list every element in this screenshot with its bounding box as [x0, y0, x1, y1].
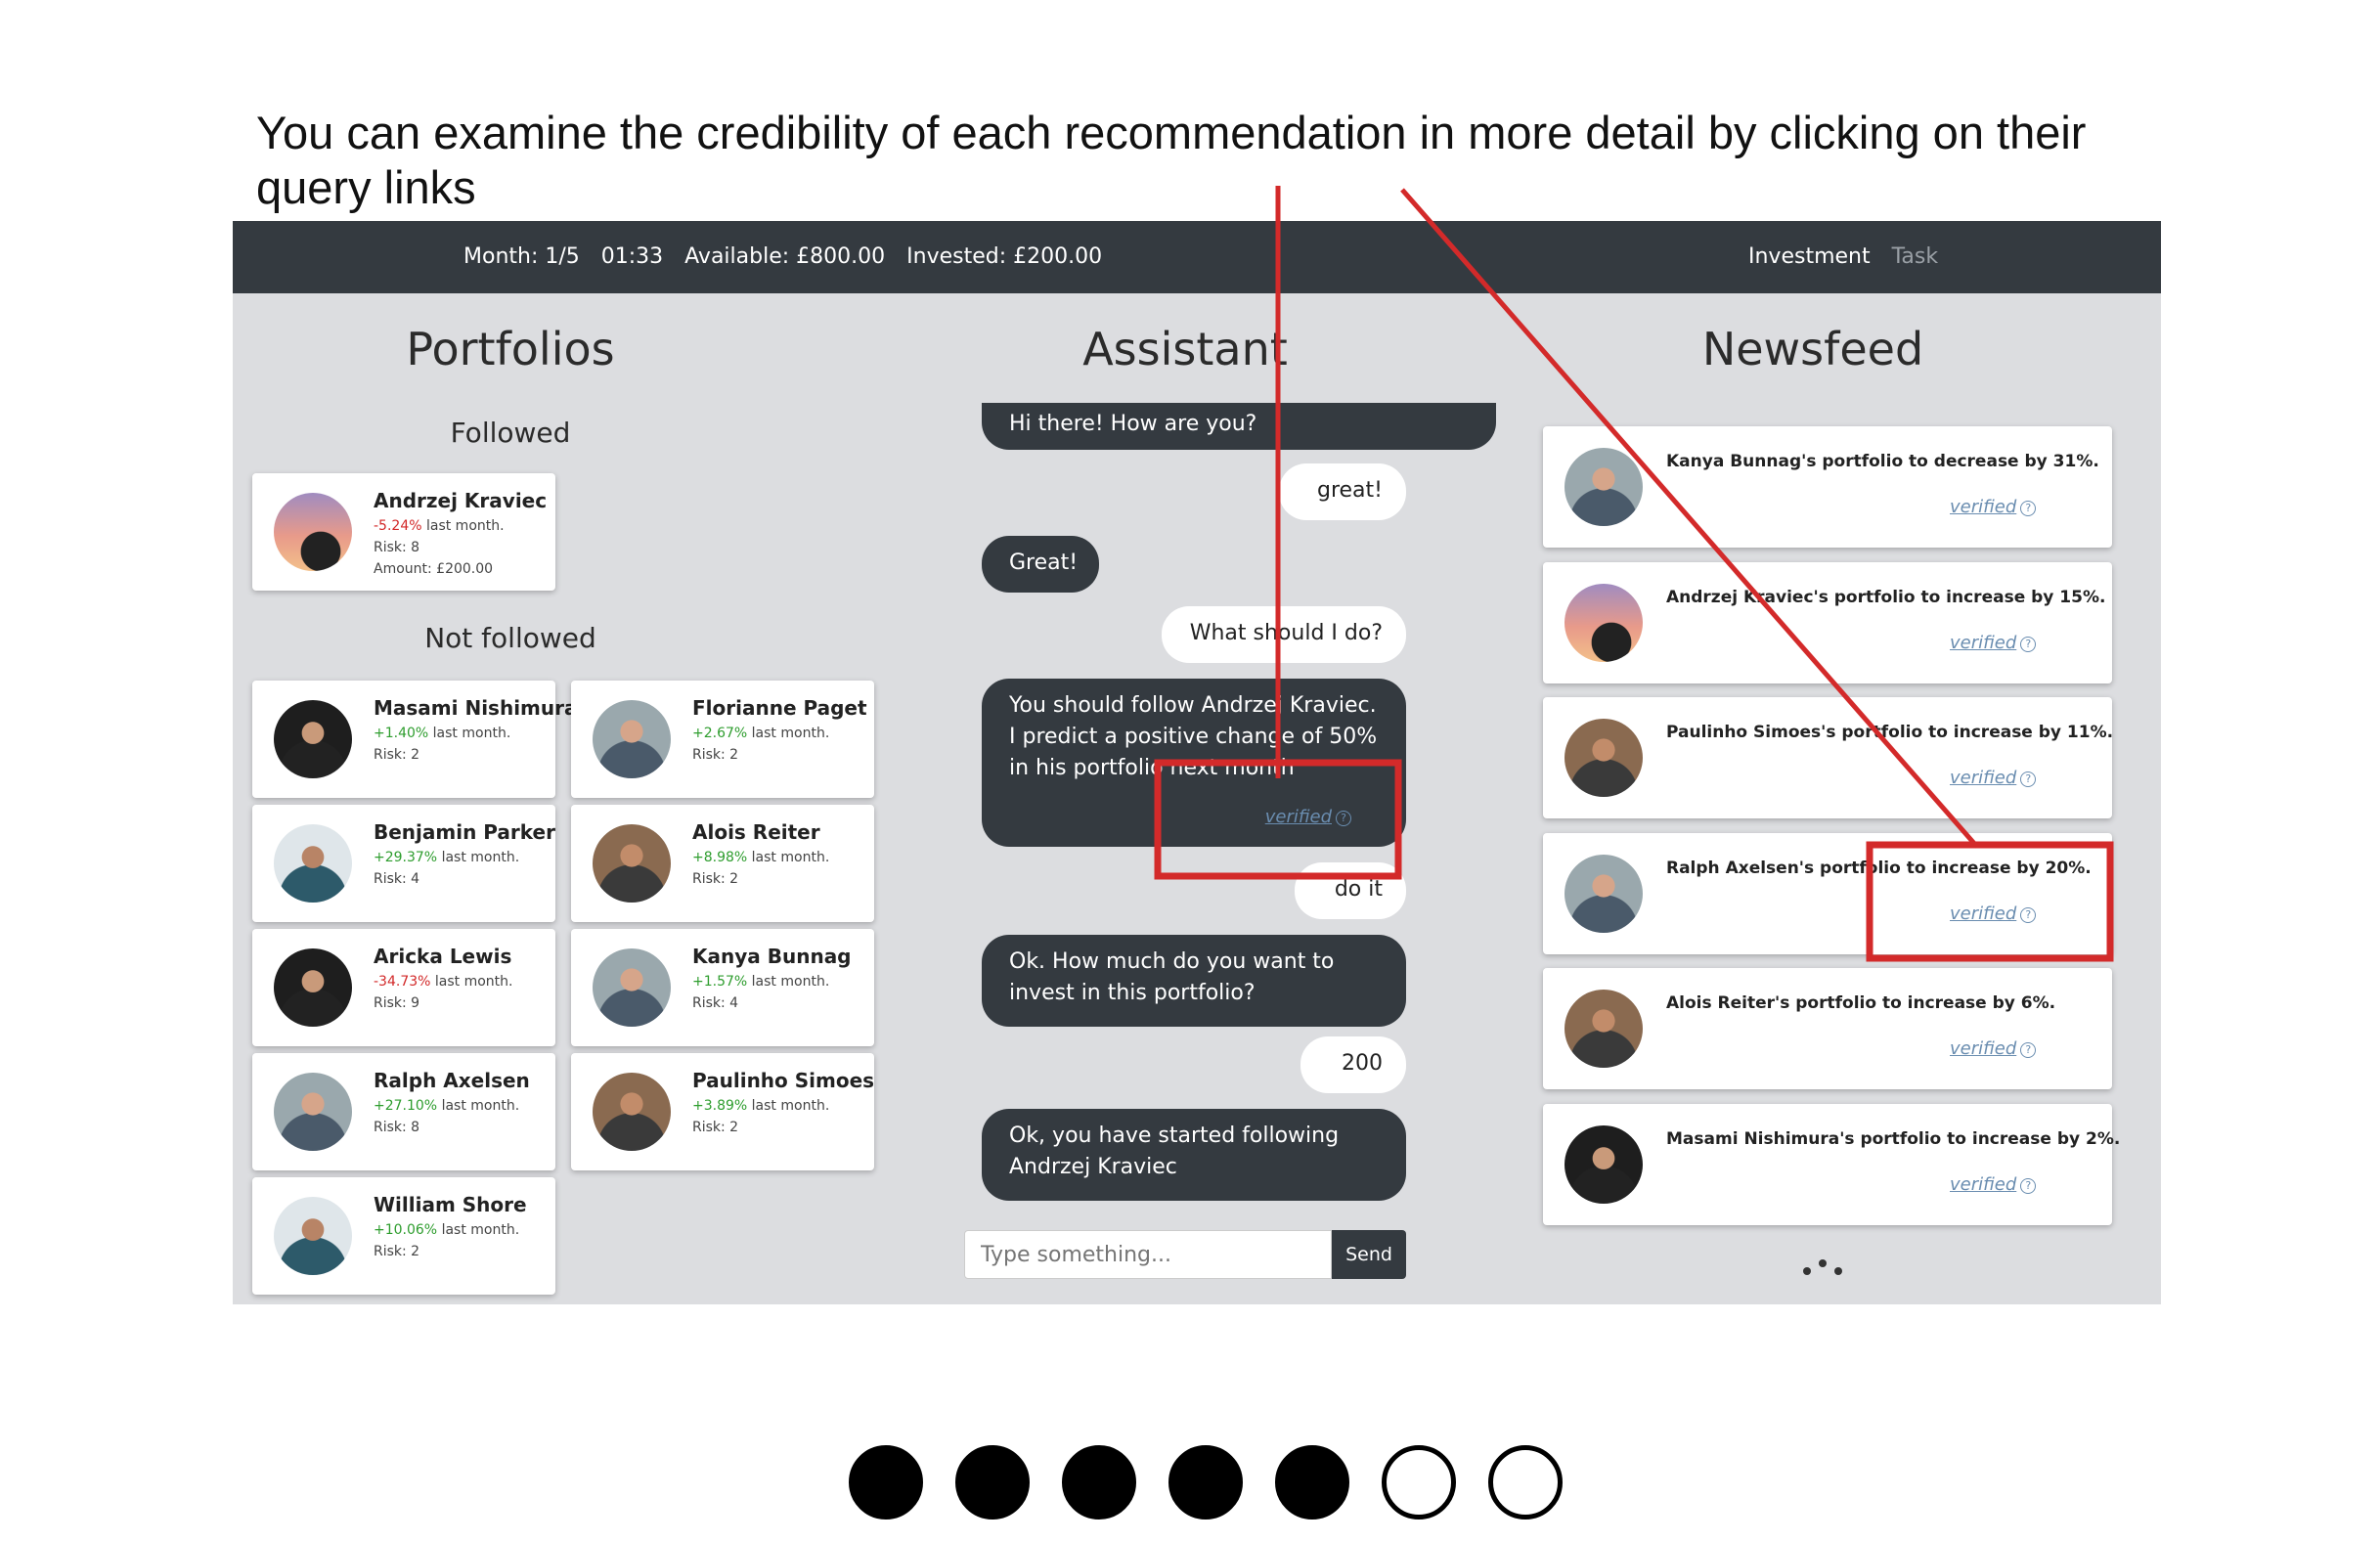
progress-dot-empty [1488, 1445, 1563, 1520]
progress-dot-filled [1062, 1445, 1136, 1520]
annotation-line-newsfeed [1400, 188, 1979, 849]
annotation-overlay [1154, 186, 2114, 962]
progress-dot-filled [1275, 1445, 1349, 1520]
annotation-box-newsfeed [1866, 841, 2114, 962]
annotation-box-chat [1154, 759, 1402, 880]
progress-dot-empty [1382, 1445, 1456, 1520]
progress-dot-filled [849, 1445, 923, 1520]
progress-dot-filled [955, 1445, 1030, 1520]
progress-dot-filled [1168, 1445, 1243, 1520]
progress-dots [849, 1445, 1563, 1520]
